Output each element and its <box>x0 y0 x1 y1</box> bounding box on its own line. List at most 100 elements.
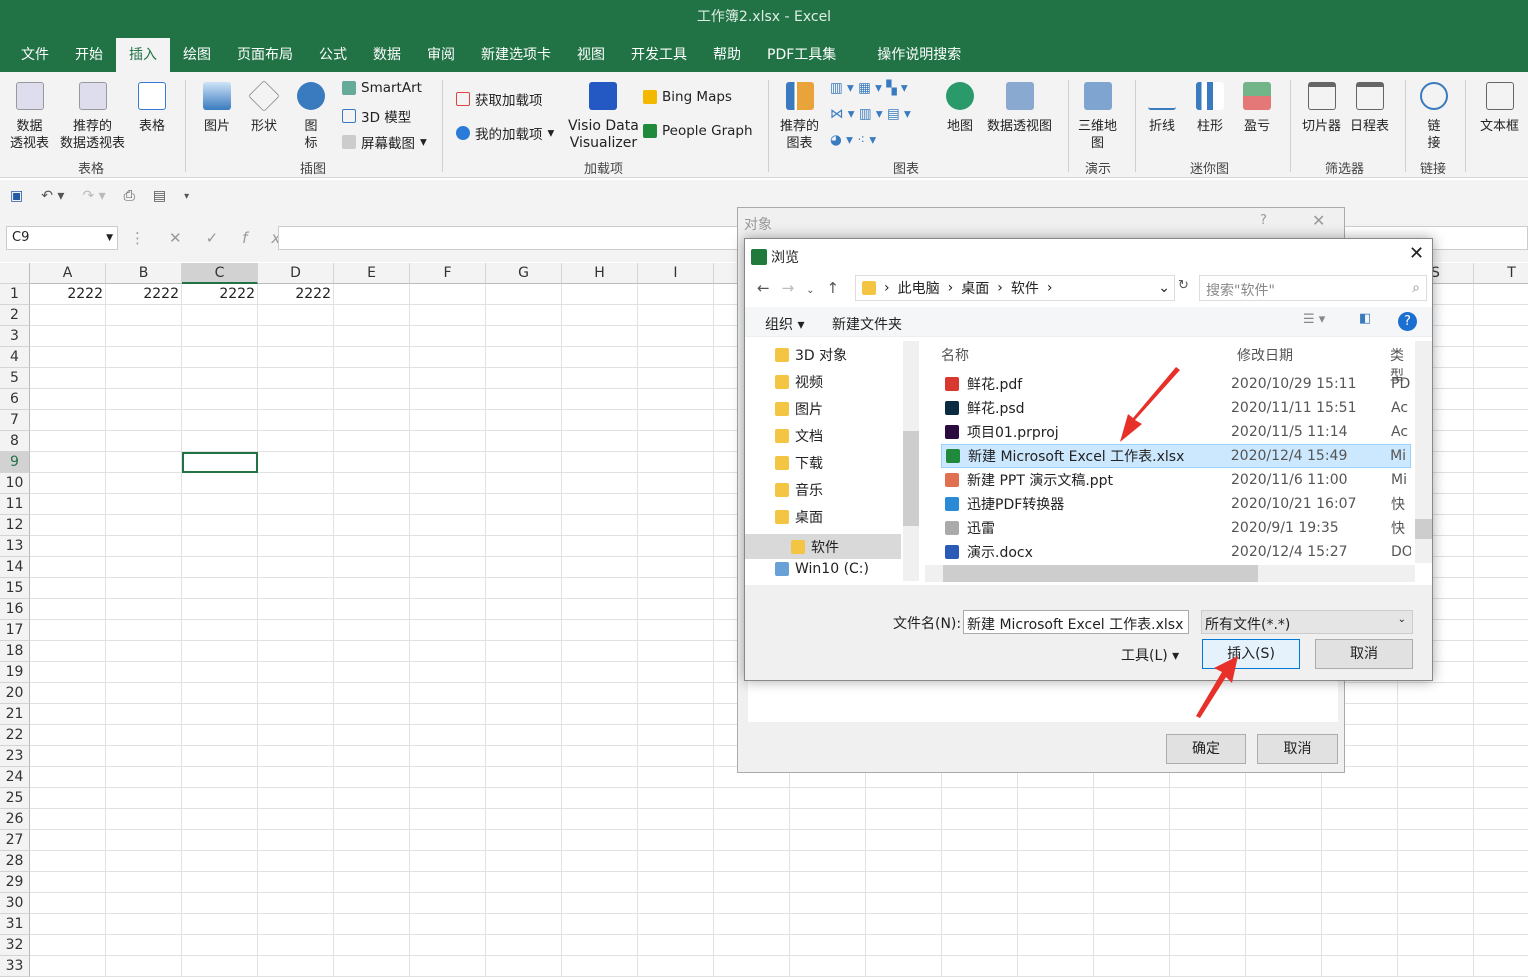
cell-C30[interactable] <box>182 893 258 914</box>
row-header[interactable]: 4 <box>0 347 30 368</box>
cell-H27[interactable] <box>562 830 638 851</box>
cell-N33[interactable] <box>1018 956 1094 977</box>
sparkline-column-button[interactable]: 柱形 <box>1196 82 1224 135</box>
cell-E14[interactable] <box>334 557 410 578</box>
cell-K30[interactable] <box>790 893 866 914</box>
breadcrumb-item[interactable]: 此电脑 <box>898 278 940 298</box>
cell-F21[interactable] <box>410 704 486 725</box>
cell-D1[interactable]: 2222 <box>258 284 334 305</box>
cell-A17[interactable] <box>30 620 106 641</box>
cell-B15[interactable] <box>106 578 182 599</box>
column-header-T[interactable]: T <box>1474 263 1528 284</box>
close-icon[interactable]: ✕ <box>1312 211 1325 230</box>
close-icon[interactable]: ✕ <box>1409 243 1424 264</box>
pivot-chart-button[interactable]: 数据透视图 <box>987 82 1052 135</box>
cell-T32[interactable] <box>1474 935 1528 956</box>
cell-I9[interactable] <box>638 452 714 473</box>
cell-M31[interactable] <box>942 914 1018 935</box>
cell-A20[interactable] <box>30 683 106 704</box>
nav-item[interactable]: 软件 <box>745 534 901 559</box>
cancel-button[interactable]: 取消 <box>1257 734 1338 764</box>
tab-12[interactable]: PDF工具集 <box>754 38 849 72</box>
cell-C19[interactable] <box>182 662 258 683</box>
row-header[interactable]: 32 <box>0 935 30 956</box>
cell-H20[interactable] <box>562 683 638 704</box>
cell-I23[interactable] <box>638 746 714 767</box>
cell-E33[interactable] <box>334 956 410 977</box>
cell-R25[interactable] <box>1322 788 1398 809</box>
tools-button[interactable]: 工具(L) ▾ <box>1121 645 1179 665</box>
cell-I4[interactable] <box>638 347 714 368</box>
cell-F24[interactable] <box>410 767 486 788</box>
cell-H31[interactable] <box>562 914 638 935</box>
cell-I30[interactable] <box>638 893 714 914</box>
cell-I26[interactable] <box>638 809 714 830</box>
cell-A21[interactable] <box>30 704 106 725</box>
cell-D17[interactable] <box>258 620 334 641</box>
cell-E22[interactable] <box>334 725 410 746</box>
people-graph-button[interactable]: People Graph <box>643 123 753 139</box>
back-icon[interactable]: ← <box>757 279 782 297</box>
cell-T12[interactable] <box>1474 515 1528 536</box>
cell-E31[interactable] <box>334 914 410 935</box>
address-bar[interactable]: › 此电脑 › 桌面 › 软件 › ⌄ <box>855 275 1175 301</box>
cell-D24[interactable] <box>258 767 334 788</box>
cell-C8[interactable] <box>182 431 258 452</box>
cell-D12[interactable] <box>258 515 334 536</box>
cell-G5[interactable] <box>486 368 562 389</box>
form-icon[interactable]: ▤ <box>153 188 166 204</box>
cell-H21[interactable] <box>562 704 638 725</box>
cell-B5[interactable] <box>106 368 182 389</box>
cell-I17[interactable] <box>638 620 714 641</box>
column-header-A[interactable]: A <box>30 263 106 284</box>
cell-H23[interactable] <box>562 746 638 767</box>
cell-H7[interactable] <box>562 410 638 431</box>
cell-Q33[interactable] <box>1246 956 1322 977</box>
cell-I10[interactable] <box>638 473 714 494</box>
cell-J32[interactable] <box>714 935 790 956</box>
cell-D6[interactable] <box>258 389 334 410</box>
cell-C7[interactable] <box>182 410 258 431</box>
cell-H32[interactable] <box>562 935 638 956</box>
cell-J28[interactable] <box>714 851 790 872</box>
cell-B2[interactable] <box>106 305 182 326</box>
cell-I22[interactable] <box>638 725 714 746</box>
cell-I2[interactable] <box>638 305 714 326</box>
cell-R32[interactable] <box>1322 935 1398 956</box>
file-row[interactable]: 新建 Microsoft Excel 工作表.xlsx 2020/12/4 15:… <box>941 444 1411 468</box>
cell-Q25[interactable] <box>1246 788 1322 809</box>
cell-F18[interactable] <box>410 641 486 662</box>
tab-0[interactable]: 文件 <box>8 38 62 72</box>
cell-G25[interactable] <box>486 788 562 809</box>
cell-E23[interactable] <box>334 746 410 767</box>
cell-O25[interactable] <box>1094 788 1170 809</box>
cell-L32[interactable] <box>866 935 942 956</box>
row-header[interactable]: 8 <box>0 431 30 452</box>
cell-G32[interactable] <box>486 935 562 956</box>
cell-A4[interactable] <box>30 347 106 368</box>
cell-B21[interactable] <box>106 704 182 725</box>
textbox-button[interactable]: 文本框 <box>1480 82 1519 135</box>
row-header[interactable]: 2 <box>0 305 30 326</box>
cell-H19[interactable] <box>562 662 638 683</box>
cell-C15[interactable] <box>182 578 258 599</box>
cell-R27[interactable] <box>1322 830 1398 851</box>
cell-E3[interactable] <box>334 326 410 347</box>
cell-B33[interactable] <box>106 956 182 977</box>
cell-D11[interactable] <box>258 494 334 515</box>
cell-S31[interactable] <box>1398 914 1474 935</box>
sparkline-line-button[interactable]: 折线 <box>1148 82 1176 135</box>
cell-C27[interactable] <box>182 830 258 851</box>
cell-F9[interactable] <box>410 452 486 473</box>
cell-G28[interactable] <box>486 851 562 872</box>
cell-I16[interactable] <box>638 599 714 620</box>
cell-G18[interactable] <box>486 641 562 662</box>
nav-item[interactable]: 视频 <box>775 372 823 392</box>
cell-D5[interactable] <box>258 368 334 389</box>
cell-Q30[interactable] <box>1246 893 1322 914</box>
cell-F26[interactable] <box>410 809 486 830</box>
cell-I28[interactable] <box>638 851 714 872</box>
cell-G17[interactable] <box>486 620 562 641</box>
tab-1[interactable]: 开始 <box>62 38 116 72</box>
cell-T26[interactable] <box>1474 809 1528 830</box>
